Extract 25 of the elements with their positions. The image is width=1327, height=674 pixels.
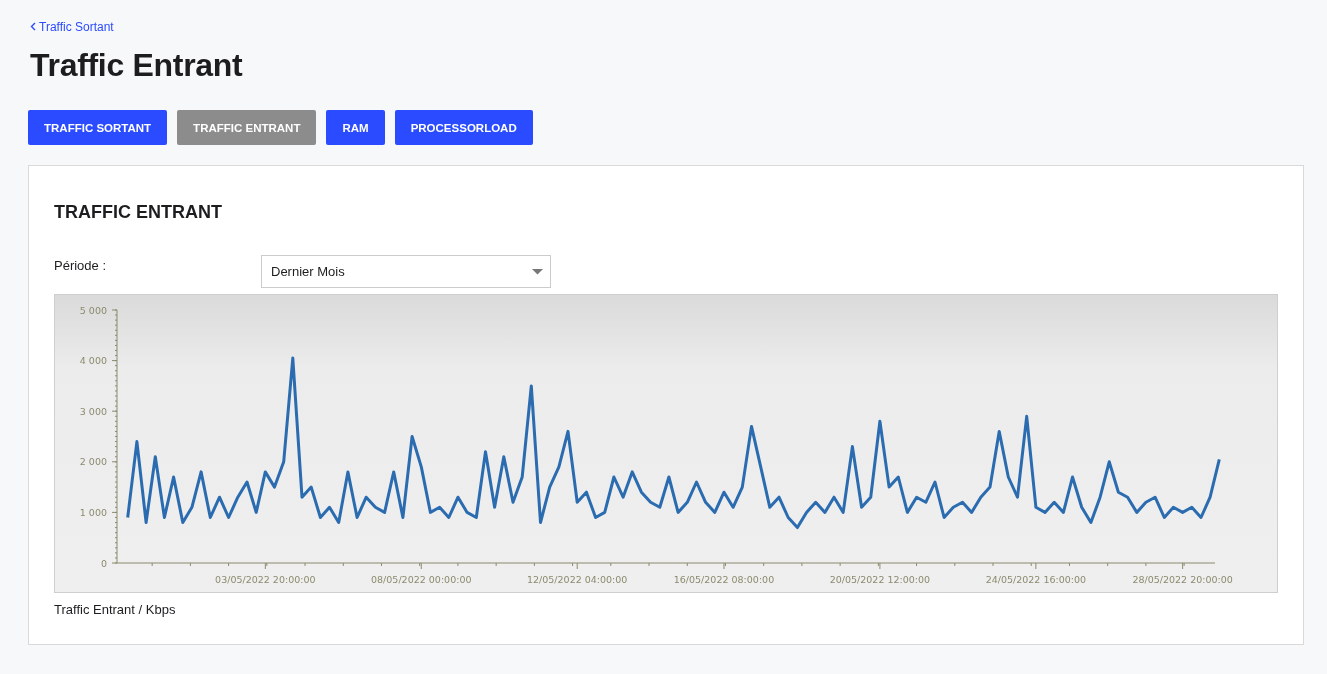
x-tick-label: 24/05/2022 16:00:00 xyxy=(985,574,1087,585)
page-title: Traffic Entrant xyxy=(30,47,244,84)
tab-button[interactable]: PROCESSORLOAD xyxy=(394,110,533,145)
y-tick-label: 0 xyxy=(100,557,107,569)
back-link[interactable]: Traffic Sortant xyxy=(30,19,114,34)
period-dropdown[interactable]: Dernier Mois xyxy=(261,255,551,288)
y-tick-label: 4 000 xyxy=(79,355,107,367)
tab-button[interactable]: TRAFFIC ENTRANT xyxy=(177,110,317,145)
tab-button[interactable]: TRAFFIC SORTANT xyxy=(28,110,168,145)
x-tick-label: 03/05/2022 20:00:00 xyxy=(215,574,316,585)
x-tick-label: 28/05/2022 20:00:00 xyxy=(1132,574,1233,585)
dropdown-caret-icon xyxy=(532,268,543,275)
chart-caption: Traffic Entrant / Kbps xyxy=(54,602,177,617)
card-title: TRAFFIC ENTRANT xyxy=(54,202,223,223)
x-tick-label: 08/05/2022 00:00:00 xyxy=(371,574,472,585)
tab-button[interactable]: RAM xyxy=(326,110,385,145)
x-tick-label: 12/05/2022 04:00:00 xyxy=(527,574,628,585)
x-tick-label: 20/05/2022 12:00:00 xyxy=(829,574,931,585)
x-tick-label: 16/05/2022 08:00:00 xyxy=(673,574,775,585)
y-tick-label: 3 000 xyxy=(79,405,107,417)
chevron-left-icon xyxy=(30,22,36,31)
y-tick-label: 2 000 xyxy=(79,456,107,468)
y-tick-label: 1 000 xyxy=(79,506,107,518)
y-tick-label: 5 000 xyxy=(79,304,107,316)
period-label: Période : xyxy=(54,257,108,273)
